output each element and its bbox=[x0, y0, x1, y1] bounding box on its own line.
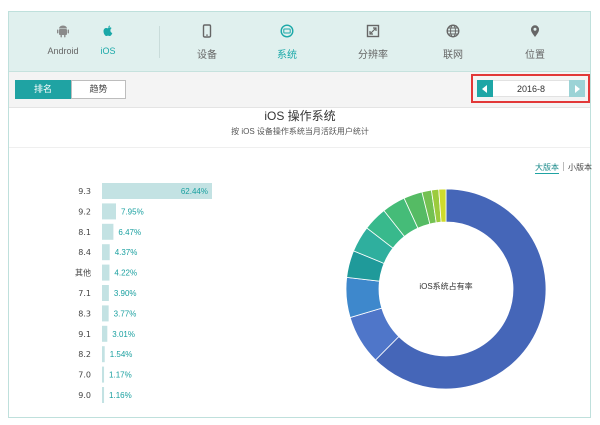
category-label: 7.0 bbox=[78, 371, 91, 380]
bar-7.0[interactable] bbox=[102, 366, 105, 383]
major-version-toggle[interactable]: 大版本 bbox=[535, 163, 559, 174]
nav-network[interactable]: 联网 bbox=[435, 12, 471, 72]
value-label: 62.44% bbox=[181, 187, 208, 196]
globe-icon bbox=[446, 24, 460, 38]
nav-location[interactable]: 位置 bbox=[515, 12, 555, 72]
nav-device[interactable]: 设备 bbox=[189, 12, 225, 72]
category-label: 9.2 bbox=[78, 207, 91, 216]
tab-trend[interactable]: 趋势 bbox=[71, 80, 126, 99]
bar-9.2[interactable] bbox=[102, 203, 117, 220]
value-label: 3.01% bbox=[112, 330, 135, 339]
chart-subtitle: 按 iOS 设备操作系统当月活跃用户统计 bbox=[231, 127, 369, 136]
system-icon bbox=[280, 24, 294, 38]
nav-label: 设备 bbox=[197, 50, 217, 61]
value-label: 1.17% bbox=[109, 371, 132, 380]
date-picker: 2016-8 bbox=[471, 74, 590, 103]
value-label: 1.16% bbox=[109, 391, 132, 400]
category-label: 8.1 bbox=[78, 228, 91, 237]
bar-8.3[interactable] bbox=[102, 305, 109, 322]
top-nav: Android iOS 设备 系统 分辨率 联网 位置 bbox=[9, 12, 590, 72]
nav-label: Android bbox=[47, 46, 79, 56]
nav-separator bbox=[159, 26, 160, 58]
nav-label: 位置 bbox=[525, 50, 545, 61]
toggle-divider bbox=[563, 162, 564, 171]
nav-resolution[interactable]: 分辨率 bbox=[351, 12, 395, 72]
title-divider bbox=[9, 147, 590, 148]
category-label: 8.4 bbox=[78, 248, 91, 257]
map-pin-icon bbox=[528, 24, 542, 38]
category-label: 7.1 bbox=[78, 289, 91, 298]
phone-icon bbox=[200, 24, 214, 38]
bar-其他[interactable] bbox=[102, 264, 110, 281]
minor-version-toggle[interactable]: 小版本 bbox=[568, 163, 592, 172]
value-label: 3.90% bbox=[114, 289, 137, 298]
next-month-button[interactable] bbox=[569, 80, 585, 97]
nav-android[interactable]: Android bbox=[45, 12, 81, 72]
bar-9.1[interactable] bbox=[102, 325, 108, 342]
value-label: 7.95% bbox=[121, 207, 144, 216]
donut-center-label: iOS系统占有率 bbox=[419, 282, 473, 291]
bar-8.2[interactable] bbox=[102, 346, 105, 363]
nav-label: 联网 bbox=[443, 50, 463, 61]
category-label: 9.3 bbox=[78, 187, 91, 196]
resize-icon bbox=[366, 24, 380, 38]
category-label: 8.2 bbox=[78, 350, 91, 359]
bar-9.0[interactable] bbox=[102, 387, 105, 403]
value-label: 4.22% bbox=[114, 269, 137, 278]
chevron-right-icon bbox=[575, 85, 580, 93]
category-label: 9.0 bbox=[78, 391, 91, 400]
value-label: 1.54% bbox=[110, 350, 133, 359]
bar-7.1[interactable] bbox=[102, 285, 109, 301]
category-label: 其他 bbox=[75, 268, 91, 278]
chart-title: iOS 操作系统 bbox=[264, 109, 336, 123]
category-label: 8.3 bbox=[78, 309, 91, 318]
bar-8.1[interactable] bbox=[102, 223, 114, 240]
toolbar: 排名 趋势 2016-8 bbox=[9, 72, 590, 108]
android-icon bbox=[56, 24, 70, 38]
nav-label: iOS bbox=[100, 46, 116, 56]
nav-label: 系统 bbox=[277, 50, 297, 61]
nav-system[interactable]: 系统 bbox=[269, 12, 305, 72]
nav-label: 分辨率 bbox=[358, 50, 388, 61]
version-toggle: 大版本 小版本 bbox=[535, 162, 592, 174]
category-label: 9.1 bbox=[78, 330, 91, 339]
chevron-left-icon bbox=[482, 85, 487, 93]
tab-rank[interactable]: 排名 bbox=[15, 80, 71, 99]
prev-month-button[interactable] bbox=[477, 80, 493, 97]
value-label: 4.37% bbox=[115, 248, 138, 257]
value-label: 6.47% bbox=[118, 228, 141, 237]
value-label: 3.77% bbox=[114, 309, 137, 318]
bar-8.4[interactable] bbox=[102, 244, 110, 261]
apple-icon bbox=[101, 24, 115, 38]
date-value[interactable]: 2016-8 bbox=[493, 80, 569, 97]
nav-ios[interactable]: iOS bbox=[94, 12, 122, 72]
